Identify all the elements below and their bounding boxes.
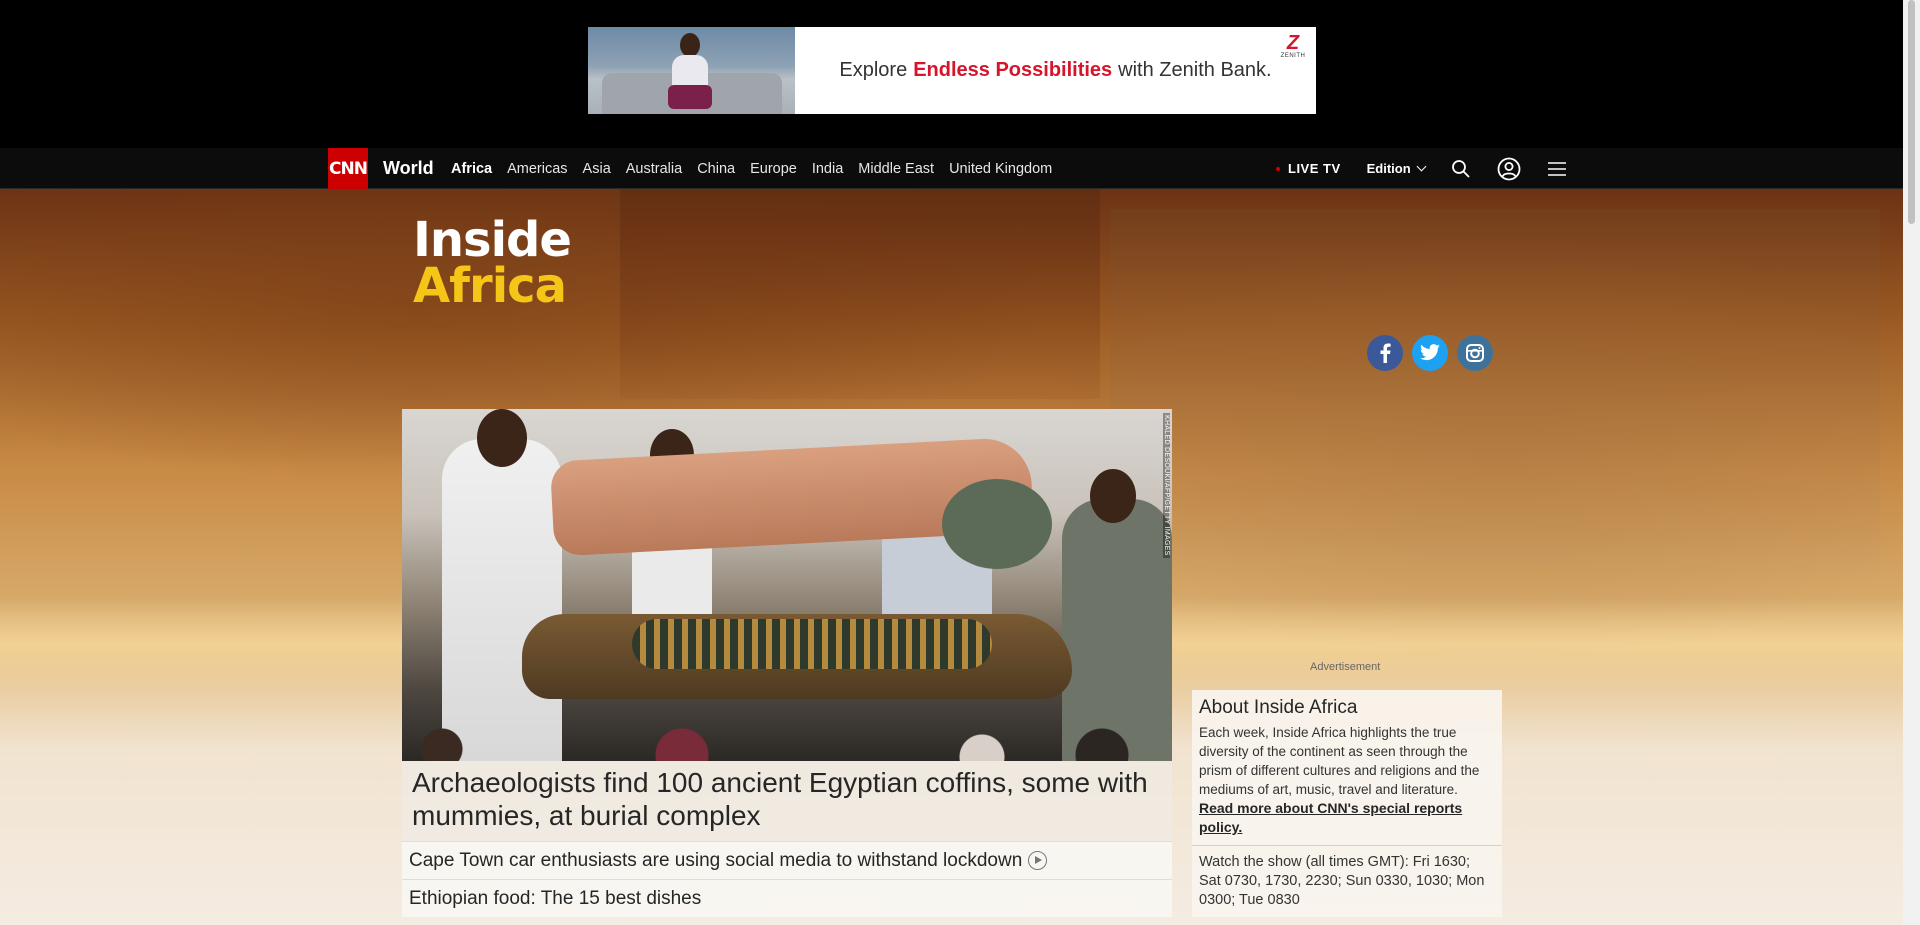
read-more-policy-link[interactable]: Read more about CNN's special reports po… <box>1199 799 1495 837</box>
chevron-down-icon <box>1416 161 1427 172</box>
about-title: About Inside Africa <box>1199 697 1358 718</box>
hero-headline[interactable]: Archaeologists find 100 ancient Egyptian… <box>402 761 1172 841</box>
nav-link-australia[interactable]: Australia <box>626 161 682 177</box>
live-tv-label: LIVE TV <box>1288 161 1341 176</box>
social-links <box>1367 335 1493 371</box>
live-dot-icon <box>1276 166 1280 171</box>
image-credit: KHALED DESOUKI/AFP/GETTY IMAGES <box>1163 413 1170 558</box>
nav-link-americas[interactable]: Americas <box>507 161 567 177</box>
instagram-icon[interactable] <box>1457 335 1493 371</box>
nav-link-china[interactable]: China <box>697 161 735 177</box>
advertisement-label: Advertisement <box>1310 661 1381 673</box>
ad-text-before: Explore <box>839 59 908 81</box>
account-icon[interactable] <box>1497 157 1521 181</box>
cnn-logo[interactable]: CNN <box>328 148 368 189</box>
story-link[interactable]: Ethiopian food: The 15 best dishes <box>402 879 1172 917</box>
zenith-logo-name: ZENITH <box>1280 53 1306 59</box>
top-ad-area: Explore Endless Possibilities with Zenit… <box>0 0 1920 148</box>
background-image <box>620 189 1100 399</box>
show-logo-line2: Africa <box>413 258 567 314</box>
edition-label: Edition <box>1366 161 1411 176</box>
story-link[interactable]: Cape Town car enthusiasts are using soci… <box>402 841 1172 879</box>
play-video-icon <box>1028 851 1048 870</box>
zenith-bank-ad-banner[interactable]: Explore Endless Possibilities with Zenit… <box>588 27 1316 114</box>
nav-link-united-kingdom[interactable]: United Kingdom <box>949 161 1052 177</box>
facebook-icon[interactable] <box>1367 335 1403 371</box>
story-title: Ethiopian food: The 15 best dishes <box>409 887 702 909</box>
inside-africa-logo[interactable]: Inside Africa <box>413 212 572 314</box>
menu-icon[interactable] <box>1545 157 1569 181</box>
zenith-logo-letter: Z <box>1286 32 1300 54</box>
nav-link-asia[interactable]: Asia <box>583 161 611 177</box>
about-description: Each week, Inside Africa highlights the … <box>1199 725 1480 797</box>
nav-region-links: Africa Americas Asia Australia China Eur… <box>451 148 1067 189</box>
nav-link-africa[interactable]: Africa <box>451 161 492 177</box>
ad-text-after: with Zenith Bank. <box>1118 59 1272 81</box>
nav-right-controls: LIVE TV Edition <box>1276 148 1593 189</box>
about-show-panel: About Inside Africa Each week, Inside Af… <box>1192 690 1502 917</box>
twitter-icon[interactable] <box>1412 335 1448 371</box>
background-image-city <box>1110 209 1880 569</box>
ad-photo <box>588 27 795 114</box>
story-title: Cape Town car enthusiasts are using soci… <box>409 849 1023 871</box>
scrollbar-thumb[interactable] <box>1908 0 1915 224</box>
ad-text: Explore Endless Possibilities with Zenit… <box>795 27 1316 114</box>
live-tv-link[interactable]: LIVE TV <box>1276 161 1341 176</box>
nav-link-india[interactable]: India <box>812 161 843 177</box>
main-navigation: CNN World Africa Americas Asia Australia… <box>0 148 1920 189</box>
show-schedule: Watch the show (all times GMT): Fri 1630… <box>1199 854 1485 908</box>
ad-text-highlight: Endless Possibilities <box>913 59 1113 81</box>
show-logo-line1: Inside <box>413 212 572 268</box>
nav-link-middle-east[interactable]: Middle East <box>858 161 934 177</box>
page-scrollbar[interactable] <box>1903 0 1920 925</box>
hero-story: KHALED DESOUKI/AFP/GETTY IMAGES Archaeol… <box>402 409 1172 917</box>
edition-dropdown[interactable]: Edition <box>1366 161 1427 176</box>
search-icon[interactable] <box>1449 157 1473 181</box>
hero-image[interactable]: KHALED DESOUKI/AFP/GETTY IMAGES <box>402 409 1172 761</box>
nav-section-world[interactable]: World <box>383 148 434 189</box>
zenith-logo: Z ZENITH <box>1280 33 1306 63</box>
nav-link-europe[interactable]: Europe <box>750 161 797 177</box>
page-content: Inside Africa KHALED DESOUKI/AFP/GETTY I… <box>0 189 1903 925</box>
